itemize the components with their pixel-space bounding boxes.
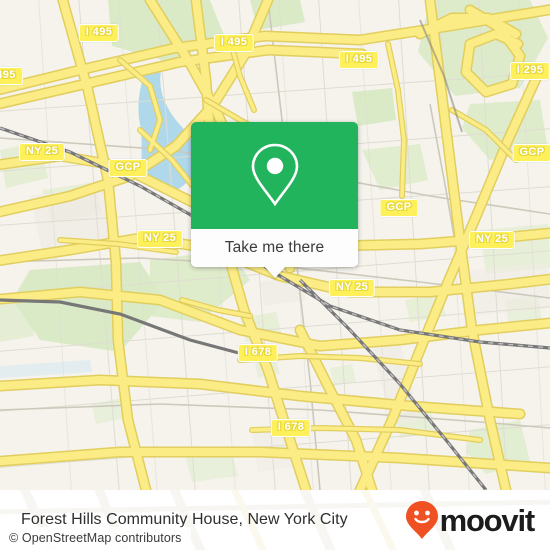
highway-shield-label: GCP [512, 144, 550, 162]
map-attribution[interactable]: © OpenStreetMap contributors [0, 527, 191, 550]
moovit-wordmark: moovit [439, 502, 536, 538]
highway-shield-label: 495 [0, 67, 23, 85]
popup-pin-area [191, 122, 358, 229]
highway-shield-label: I 678 [270, 419, 312, 437]
highway-shield-label: I 295 [509, 62, 550, 80]
highway-shield-label: NY 25 [18, 143, 66, 161]
moovit-smiley-pin-icon [405, 501, 438, 539]
highway-shield-label: I 495 [78, 24, 120, 42]
moovit-brand-logo[interactable]: moovit [405, 500, 536, 540]
location-popup-card[interactable]: Take me there [191, 122, 358, 278]
highway-shield-label: NY 25 [136, 230, 184, 248]
popup-action-area[interactable]: Take me there [191, 229, 358, 278]
highway-shield-label: GCP [379, 199, 419, 217]
popup-pointer-tail [263, 266, 286, 278]
highway-shield-label: I 495 [213, 34, 255, 52]
map-pin-icon [251, 143, 298, 206]
highway-shield-label: GCP [108, 159, 148, 177]
highway-shield-label: NY 25 [328, 279, 376, 297]
highway-shield-label: I 678 [237, 344, 279, 362]
highway-shield-label: NY 25 [468, 231, 516, 249]
moovit-map-share-card: I 495 I 495 I 495 495 I 295 NY 25 GCP GCP GCP NY … [0, 0, 550, 550]
highway-shield-label: I 495 [338, 51, 380, 69]
take-me-there-label: Take me there [224, 239, 325, 256]
